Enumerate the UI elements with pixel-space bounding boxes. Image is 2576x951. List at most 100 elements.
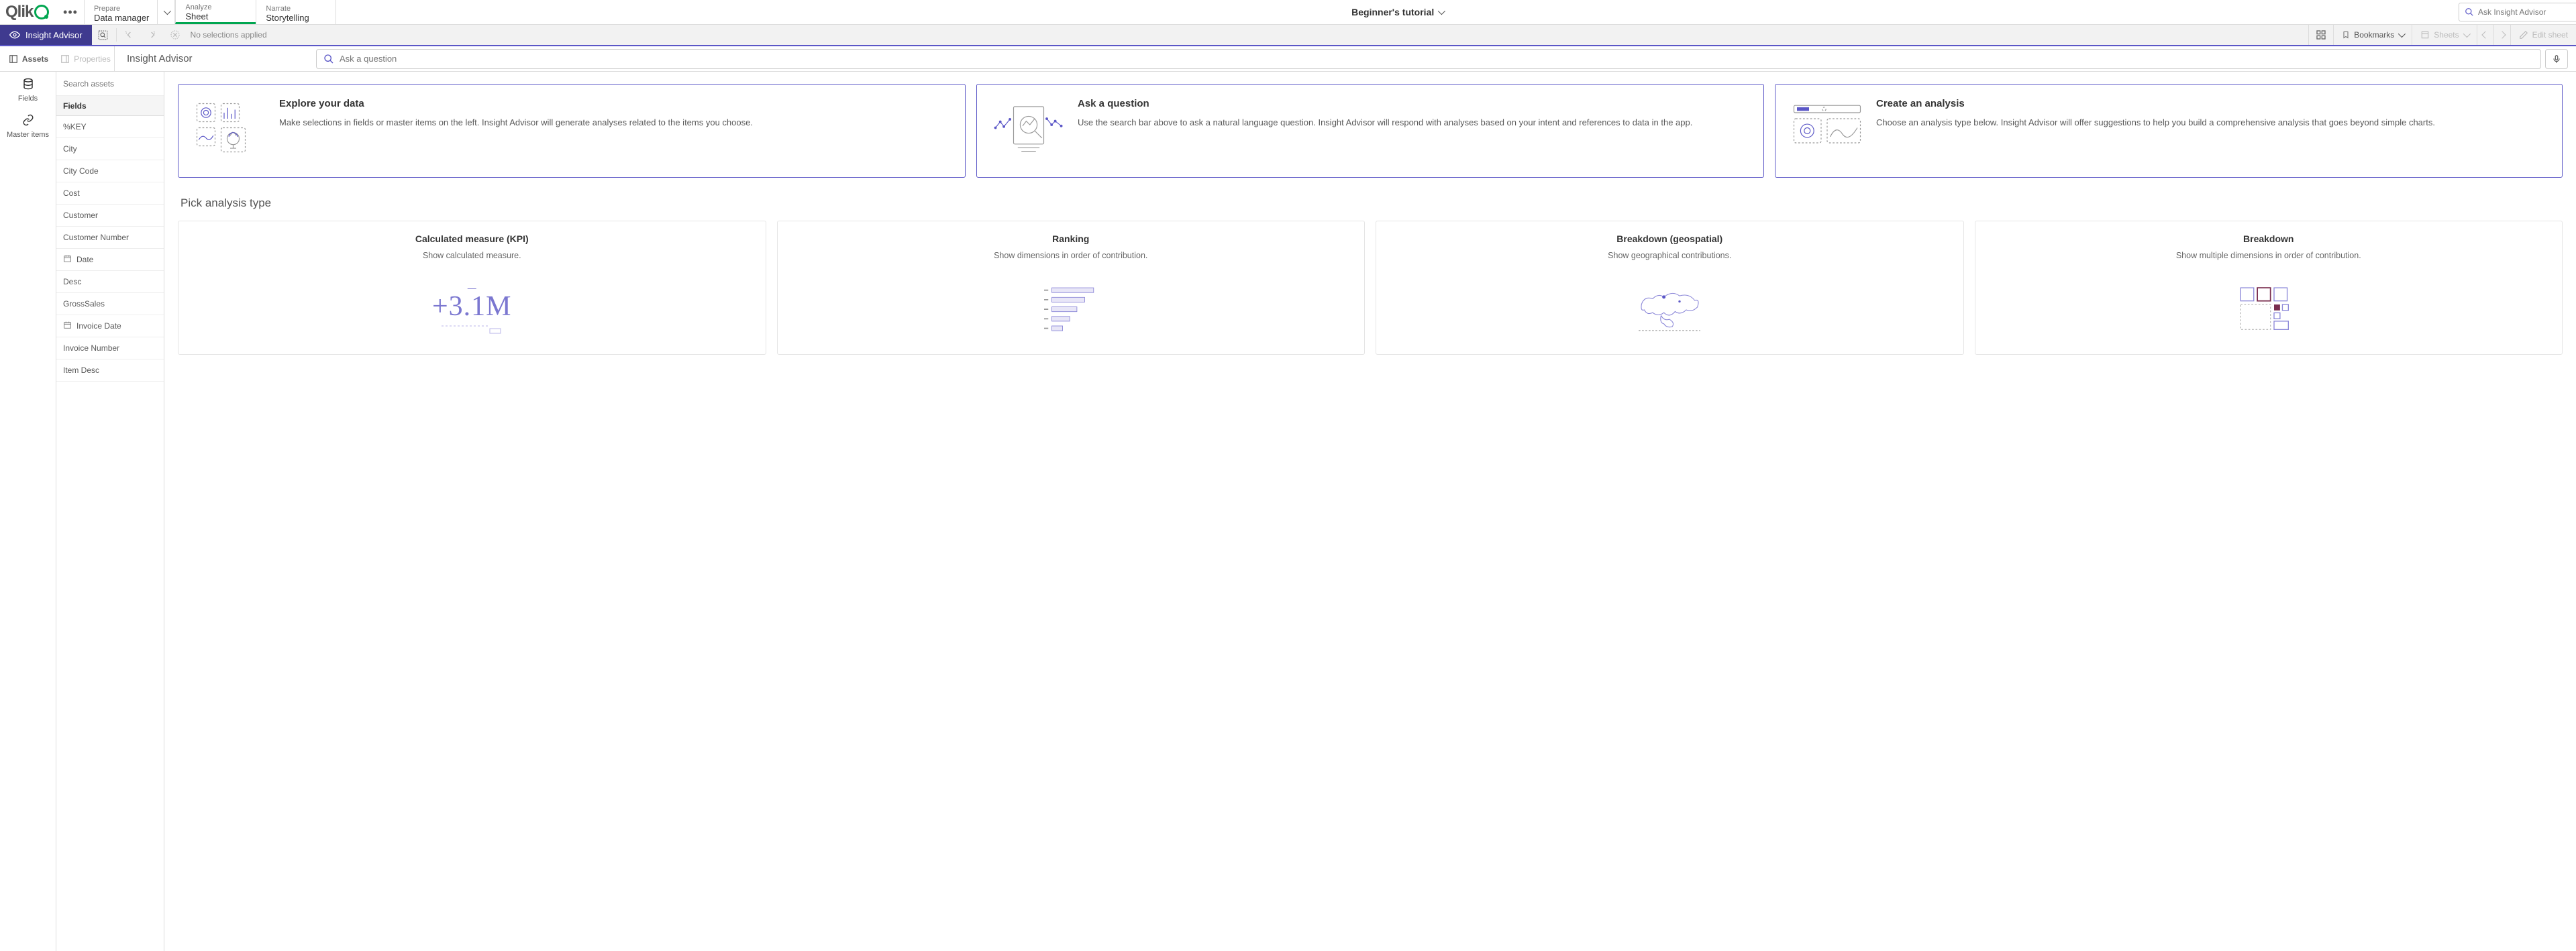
panel-right-icon (60, 54, 70, 64)
field-label: %KEY (63, 122, 87, 131)
nav-prepare-dropdown[interactable] (158, 0, 175, 24)
field-item[interactable]: %KEY (56, 116, 164, 138)
field-label: Customer Number (63, 233, 129, 242)
chevron-left-icon (2481, 31, 2489, 38)
intro-body: Make selections in fields or master item… (279, 116, 753, 129)
clear-selections-icon (164, 25, 187, 45)
logo-text: Qlik (5, 3, 33, 21)
bookmark-icon (2342, 30, 2350, 40)
nav-narrate-main: Storytelling (266, 13, 327, 23)
field-label: City Code (63, 166, 99, 176)
properties-tab: Properties (57, 46, 114, 71)
field-item[interactable]: GrossSales (56, 293, 164, 315)
question-input[interactable] (340, 54, 2534, 64)
field-item[interactable]: Customer Number (56, 227, 164, 249)
intro-body: Choose an analysis type below. Insight A… (1876, 116, 2435, 129)
chevron-down-icon (1438, 7, 1445, 15)
field-label: Cost (63, 188, 80, 198)
field-item[interactable]: Date (56, 249, 164, 271)
analysis-type-card[interactable]: Calculated measure (KPI)Show calculated … (178, 221, 766, 355)
nav-narrate-sup: Narrate (266, 5, 327, 13)
no-selections-text: No selections applied (187, 25, 267, 45)
analysis-type-card[interactable]: Breakdown Show multiple dimensions in ord… (1975, 221, 2563, 355)
microphone-icon (2552, 54, 2561, 64)
edit-sheet-button[interactable]: Edit sheet (2510, 25, 2576, 45)
intro-title: Ask a question (1078, 98, 1692, 109)
prev-sheet-button[interactable] (2477, 25, 2493, 45)
field-label: Date (76, 255, 93, 264)
intro-body: Use the search bar above to ask a natura… (1078, 116, 1692, 129)
pencil-icon (2519, 30, 2528, 40)
nav-analyze-sup: Analyze (185, 3, 248, 11)
intro-card[interactable]: Create an analysis Choose an analysis typ… (1775, 84, 2563, 178)
top-bar: Qlik ••• Prepare Data manager Analyze Sh… (0, 0, 2576, 25)
nav-analyze[interactable]: Analyze Sheet (175, 0, 256, 24)
selections-tool-icon[interactable] (2308, 25, 2333, 45)
question-search-box[interactable] (316, 49, 2541, 69)
sheets-icon (2420, 30, 2430, 40)
analysis-body: Show geographical contributions. (1387, 251, 1953, 260)
bookmarks-button[interactable]: Bookmarks (2333, 25, 2412, 45)
top-search-box[interactable] (2459, 3, 2576, 21)
app-title: Beginner's tutorial (1351, 7, 1434, 17)
main-area: Fields Master items Fields %KEY City City … (0, 72, 2576, 951)
nav-analyze-main: Sheet (185, 11, 248, 21)
sub-toolbar: Assets Properties Insight Advisor (0, 46, 2576, 72)
analysis-cards-row: Calculated measure (KPI)Show calculated … (178, 221, 2563, 355)
analysis-illustration (788, 272, 1354, 347)
field-item[interactable]: Invoice Date (56, 315, 164, 337)
field-item[interactable]: Desc (56, 271, 164, 293)
chevron-down-icon (2398, 30, 2406, 38)
rail-master-items[interactable]: Master items (0, 108, 56, 144)
field-item[interactable]: City Code (56, 160, 164, 182)
field-label: Desc (63, 277, 81, 286)
field-item[interactable]: Invoice Number (56, 337, 164, 359)
insight-advisor-button[interactable]: Insight Advisor (0, 25, 92, 45)
sheets-button[interactable]: Sheets (2412, 25, 2476, 45)
intro-illustration (193, 98, 267, 164)
microphone-button[interactable] (2545, 49, 2568, 69)
panel-title: Insight Advisor (115, 46, 316, 71)
analysis-type-card[interactable]: Breakdown (geospatial)Show geographical … (1376, 221, 1964, 355)
analysis-body: Show multiple dimensions in order of con… (1986, 251, 2552, 260)
chevron-right-icon (2498, 31, 2506, 38)
field-list[interactable]: %KEY City City Code Cost Customer Customer Nu… (56, 116, 164, 951)
field-item[interactable]: Cost (56, 182, 164, 205)
link-icon (22, 114, 34, 129)
analysis-type-card[interactable]: RankingShow dimensions in order of contr… (777, 221, 1366, 355)
section-header: Pick analysis type (181, 197, 2563, 210)
smart-search-icon[interactable] (92, 25, 115, 45)
intro-title: Create an analysis (1876, 98, 2435, 109)
kebab-menu-icon[interactable]: ••• (57, 0, 84, 24)
field-label: Invoice Number (63, 343, 119, 353)
grid-icon (2316, 30, 2326, 40)
nav-narrate[interactable]: Narrate Storytelling (256, 0, 336, 24)
database-icon (22, 78, 34, 93)
left-rail: Fields Master items (0, 72, 56, 951)
asset-search-input[interactable] (63, 72, 157, 95)
panel-icon (9, 54, 18, 64)
rail-fields[interactable]: Fields (0, 72, 56, 108)
app-title-area[interactable]: Beginner's tutorial (336, 0, 2459, 24)
selection-toolbar: Insight Advisor No selections applied Bo… (0, 25, 2576, 46)
field-label: Invoice Date (76, 321, 121, 331)
top-search-input[interactable] (2478, 7, 2576, 17)
intro-illustration (1790, 98, 1864, 164)
intro-card[interactable]: Explore your dataMake selections in fiel… (178, 84, 966, 178)
nav-prepare[interactable]: Prepare Data manager (84, 0, 158, 24)
analysis-title: Breakdown (1986, 233, 2552, 244)
step-forward-icon (141, 25, 164, 45)
field-item[interactable]: City (56, 138, 164, 160)
asset-search-box[interactable] (56, 72, 164, 96)
next-sheet-button[interactable] (2493, 25, 2510, 45)
analysis-body: Show dimensions in order of contribution… (788, 251, 1354, 260)
step-back-icon (118, 25, 141, 45)
field-label: GrossSales (63, 299, 105, 309)
content-area: Explore your dataMake selections in fiel… (164, 72, 2576, 951)
field-item[interactable]: Customer (56, 205, 164, 227)
analysis-illustration: —+3.1M (189, 272, 755, 347)
assets-tab[interactable]: Assets (0, 46, 57, 71)
field-item[interactable]: Item Desc (56, 359, 164, 382)
logo[interactable]: Qlik (0, 0, 57, 24)
intro-card[interactable]: Ask a question Use the search bar above t… (976, 84, 1764, 178)
